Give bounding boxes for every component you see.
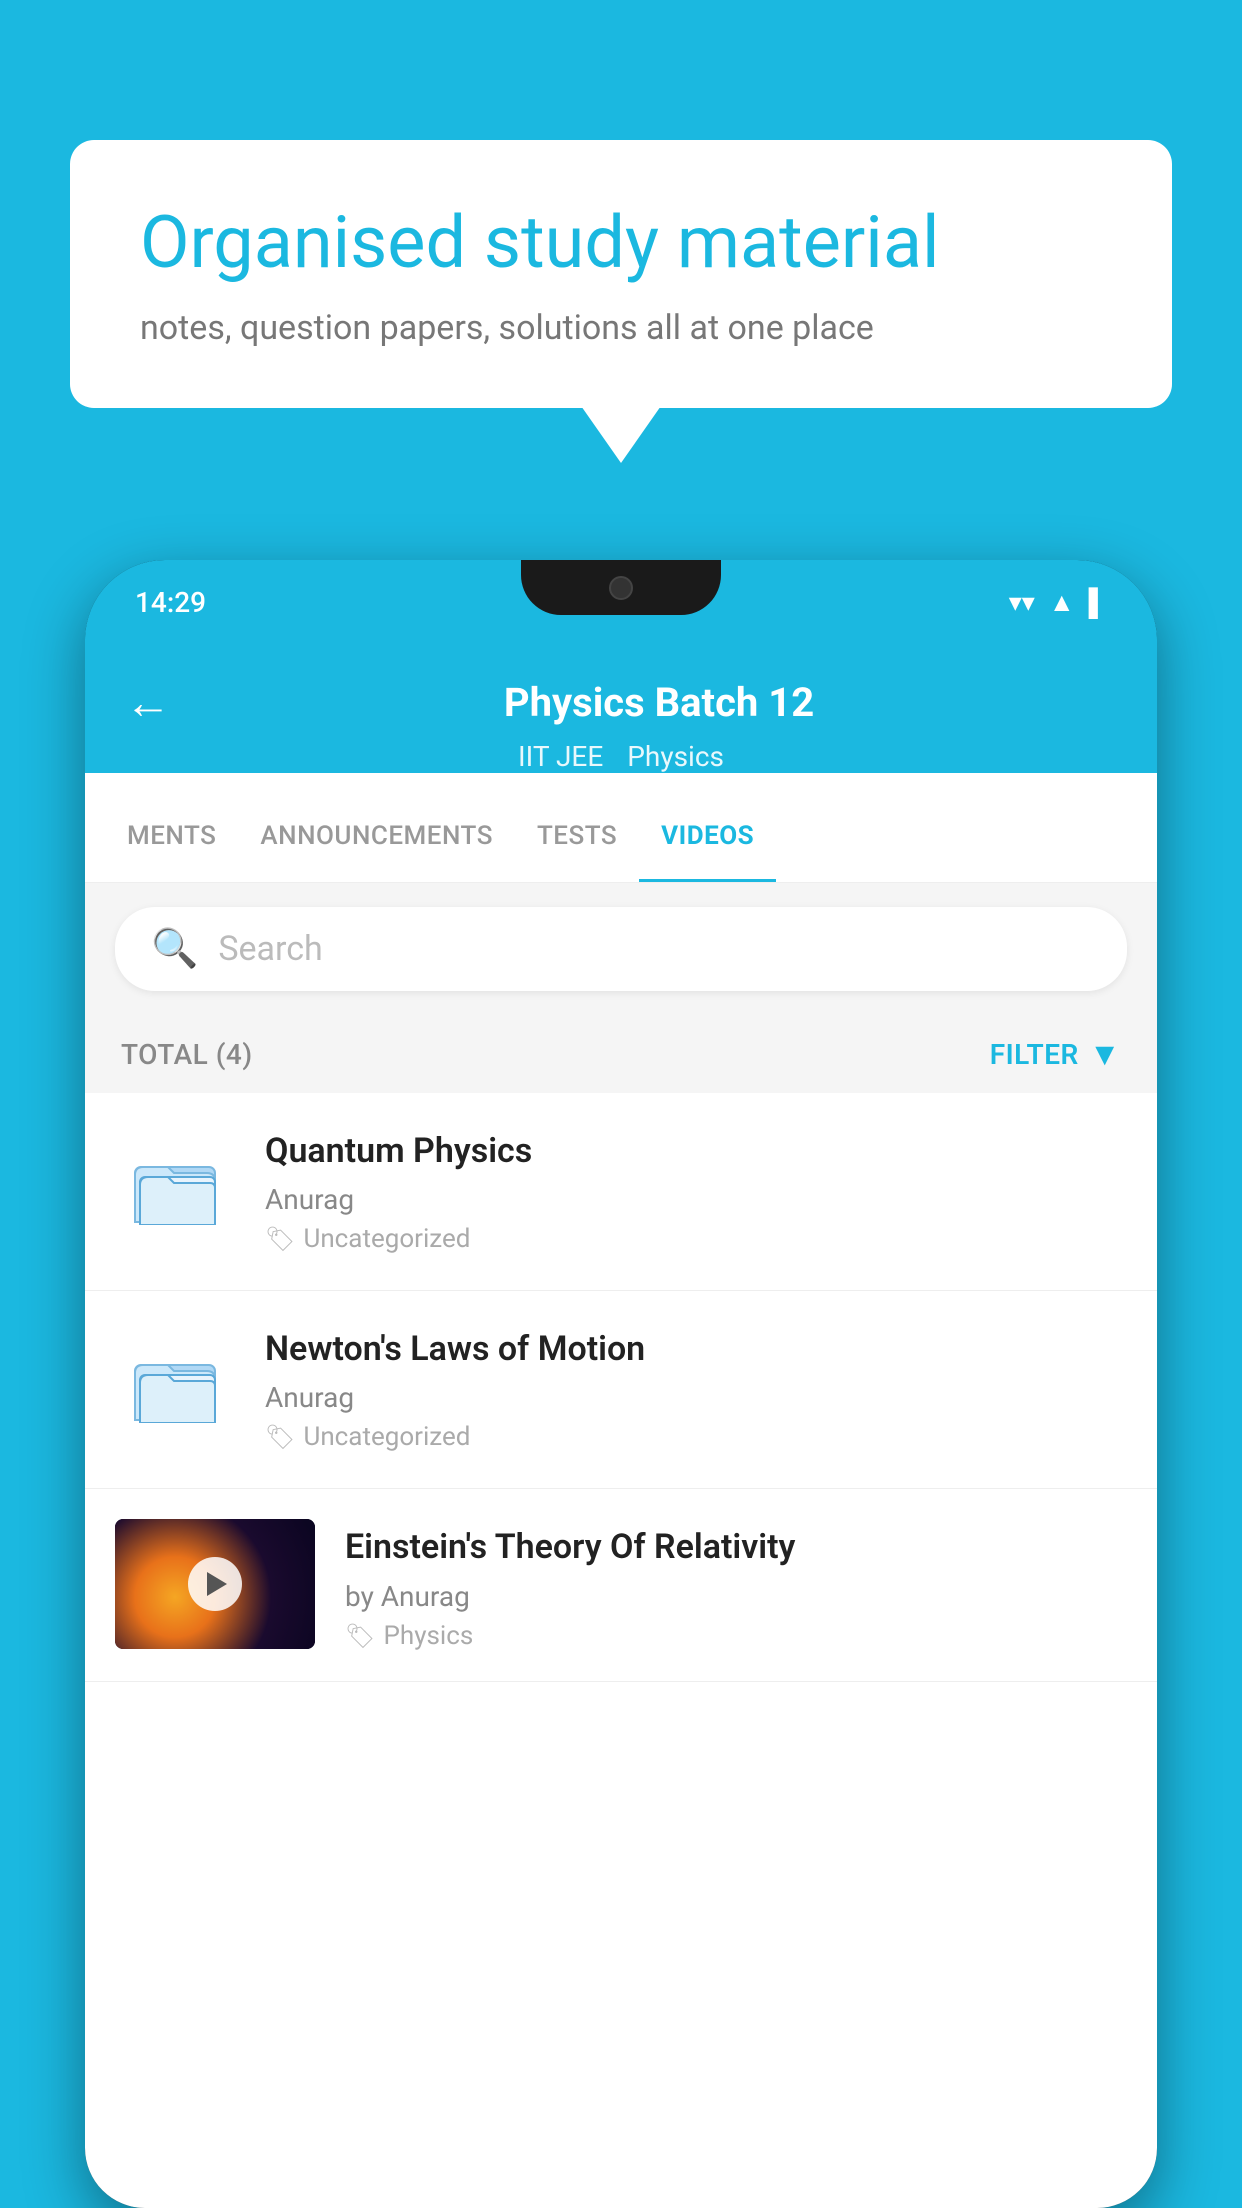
wifi-icon: ▾▾ bbox=[1009, 588, 1035, 618]
video-info-1: Quantum Physics Anurag 🏷 Uncategorized bbox=[265, 1129, 1127, 1254]
bubble-subtitle: notes, question papers, solutions all at… bbox=[140, 308, 1102, 348]
filter-button[interactable]: FILTER ▼ bbox=[990, 1035, 1121, 1073]
video-title-3: Einstein's Theory Of Relativity bbox=[345, 1525, 1127, 1569]
total-count: TOTAL (4) bbox=[121, 1038, 253, 1071]
video-tag-1: 🏷 Uncategorized bbox=[265, 1224, 1127, 1254]
tab-videos[interactable]: VIDEOS bbox=[639, 793, 776, 882]
tab-ments[interactable]: MENTS bbox=[105, 793, 238, 882]
video-tag-text-1: Uncategorized bbox=[303, 1224, 470, 1254]
video-author-1: Anurag bbox=[265, 1183, 1127, 1216]
play-icon bbox=[207, 1572, 227, 1596]
video-item-3[interactable]: Einstein's Theory Of Relativity by Anura… bbox=[85, 1489, 1157, 1681]
tag-icon-3: 🏷 bbox=[345, 1622, 375, 1650]
search-container: 🔍 Search bbox=[85, 883, 1157, 1015]
tag-icon-2: 🏷 bbox=[265, 1423, 295, 1451]
search-input[interactable]: Search bbox=[218, 929, 322, 969]
app-header: ← Physics Batch 12 IIT JEE Physics bbox=[85, 645, 1157, 773]
video-tag-text-3: Physics bbox=[383, 1621, 473, 1651]
status-bar: 14:29 ▾▾ ▲ ▌ bbox=[85, 560, 1157, 645]
video-tag-2: 🏷 Uncategorized bbox=[265, 1422, 1127, 1452]
video-author-3: by Anurag bbox=[345, 1580, 1127, 1613]
video-title-1: Quantum Physics bbox=[265, 1129, 1127, 1173]
tab-announcements[interactable]: ANNOUNCEMENTS bbox=[238, 793, 515, 882]
folder-thumb-2 bbox=[115, 1345, 235, 1435]
tag-icon-1: 🏷 bbox=[265, 1225, 295, 1253]
filter-row: TOTAL (4) FILTER ▼ bbox=[85, 1015, 1157, 1093]
speech-bubble-container: Organised study material notes, question… bbox=[70, 140, 1172, 408]
signal-icon: ▲ bbox=[1049, 587, 1075, 618]
phone-frame: 14:29 ▾▾ ▲ ▌ ← Physics Batch 12 IIT JEE … bbox=[85, 560, 1157, 2208]
header-tags: IIT JEE Physics bbox=[125, 740, 1117, 773]
phone-notch bbox=[521, 560, 721, 615]
status-time: 14:29 bbox=[135, 586, 206, 619]
video-thumbnail-3 bbox=[115, 1519, 315, 1649]
search-icon: 🔍 bbox=[151, 927, 198, 971]
play-button[interactable] bbox=[188, 1557, 242, 1611]
app-screen: ← Physics Batch 12 IIT JEE Physics MENTS… bbox=[85, 645, 1157, 2208]
video-author-2: Anurag bbox=[265, 1381, 1127, 1414]
battery-icon: ▌ bbox=[1089, 587, 1107, 618]
video-title-2: Newton's Laws of Motion bbox=[265, 1327, 1127, 1371]
front-camera bbox=[609, 576, 633, 600]
video-info-3: Einstein's Theory Of Relativity by Anura… bbox=[345, 1519, 1127, 1650]
speech-bubble: Organised study material notes, question… bbox=[70, 140, 1172, 408]
status-icons: ▾▾ ▲ ▌ bbox=[1009, 587, 1107, 618]
bubble-title: Organised study material bbox=[140, 200, 1102, 286]
tab-tests[interactable]: TESTS bbox=[515, 793, 639, 882]
back-button[interactable]: ← bbox=[125, 675, 171, 730]
video-item-1[interactable]: Quantum Physics Anurag 🏷 Uncategorized bbox=[85, 1093, 1157, 1291]
video-tag-text-2: Uncategorized bbox=[303, 1422, 470, 1452]
header-title: Physics Batch 12 bbox=[201, 679, 1117, 726]
filter-label: FILTER bbox=[990, 1038, 1079, 1071]
filter-icon: ▼ bbox=[1089, 1035, 1121, 1073]
video-item-2[interactable]: Newton's Laws of Motion Anurag 🏷 Uncateg… bbox=[85, 1291, 1157, 1489]
folder-thumb-1 bbox=[115, 1147, 235, 1237]
header-tag-iitjee: IIT JEE bbox=[518, 740, 603, 773]
video-tag-3: 🏷 Physics bbox=[345, 1621, 1127, 1651]
header-tag-physics: Physics bbox=[627, 740, 724, 773]
video-list: Quantum Physics Anurag 🏷 Uncategorized bbox=[85, 1093, 1157, 1682]
search-bar[interactable]: 🔍 Search bbox=[115, 907, 1127, 991]
header-top: ← Physics Batch 12 bbox=[125, 675, 1117, 730]
video-info-2: Newton's Laws of Motion Anurag 🏷 Uncateg… bbox=[265, 1327, 1127, 1452]
tabs-bar: MENTS ANNOUNCEMENTS TESTS VIDEOS bbox=[85, 793, 1157, 883]
